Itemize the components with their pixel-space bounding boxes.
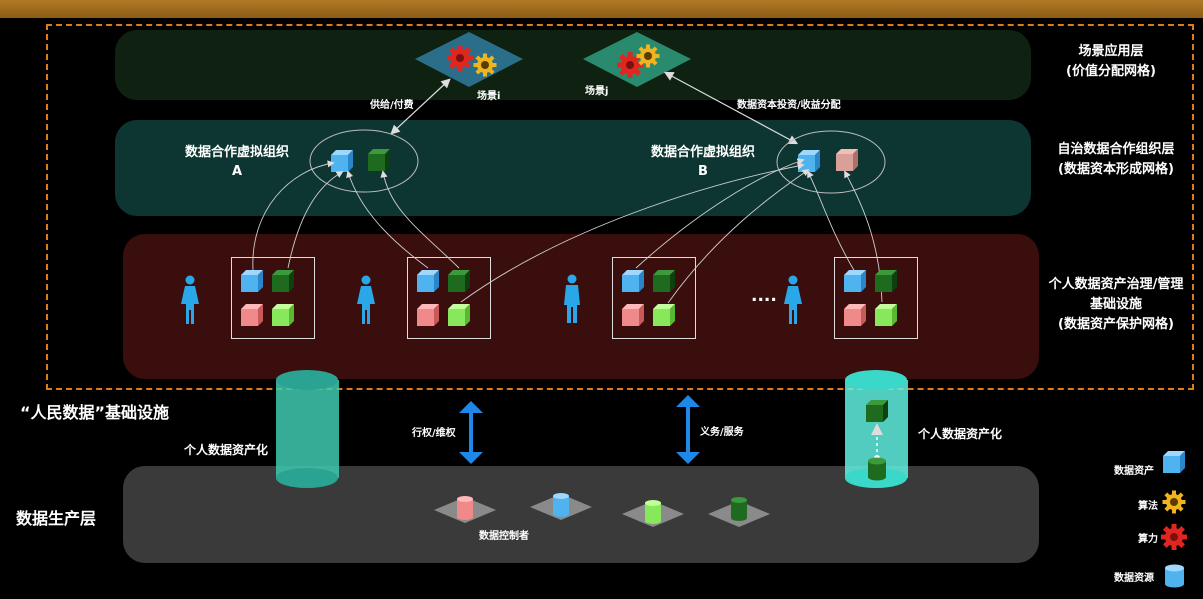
- infra-layer-label: 个人数据资产治理/管理 基础设施 (数据资产保护网格): [1048, 277, 1184, 332]
- data-controller-tile-4: [708, 497, 770, 527]
- right-protect-arrow: [459, 401, 483, 464]
- infra-title: “人民数据”基础设施: [20, 403, 170, 422]
- legend-data-asset-label: 数据资产: [1114, 466, 1154, 477]
- org-layer-label: 自治数据合作组织层 (数据资本形成网格): [1057, 142, 1175, 177]
- data-asset-cube-icon: [331, 150, 353, 172]
- data-controller-tile-1: [434, 496, 496, 523]
- duty-service-arrow: [676, 395, 700, 464]
- assetization-left-label: 个人数据资产化: [184, 443, 269, 457]
- scene-j-label: 场景j: [585, 86, 609, 97]
- data-controller-tile-3: [622, 500, 684, 527]
- production-layer-title: 数据生产层: [16, 509, 97, 528]
- gear-icon: [473, 53, 497, 77]
- data-controller-tile-2: [530, 493, 592, 520]
- person-icon: [784, 275, 802, 324]
- gear-icon: [636, 44, 660, 68]
- scene-j-diamond: [583, 32, 691, 87]
- data-asset-cube-icon: [836, 149, 858, 171]
- algorithm-gear-icon: [1162, 490, 1186, 514]
- scene-layer-label: 场景应用层 (价值分配网格): [1066, 44, 1156, 79]
- org-a-label: 数据合作虚拟组织 A: [184, 145, 289, 179]
- person-icon: [357, 275, 375, 324]
- data-controller-label: 数据控制者: [479, 531, 529, 542]
- org-b-ellipse: [776, 130, 886, 194]
- org-a-ellipse: [309, 129, 419, 193]
- legend-algorithm-label: 算法: [1138, 501, 1158, 512]
- scene-i-diamond: [415, 32, 523, 87]
- person-icon: [181, 275, 199, 324]
- legend-compute-label: 算力: [1138, 534, 1158, 545]
- org-b-label: 数据合作虚拟组织 B: [650, 145, 755, 179]
- right-protect-label: 行权/维权: [412, 428, 456, 439]
- data-asset-cube-icon: [368, 149, 390, 171]
- duty-service-label: 义务/服务: [700, 427, 744, 438]
- assetization-right-label: 个人数据资产化: [918, 427, 1003, 441]
- invest-share-label: 数据资本投资/收益分配: [737, 100, 841, 111]
- data-resource-cylinder-icon: [1165, 564, 1184, 588]
- legend-data-resource-label: 数据资源: [1114, 573, 1154, 584]
- assetization-cylinder-left: [276, 370, 339, 488]
- person-icon: [564, 274, 580, 323]
- gear-icon: [447, 45, 473, 71]
- supply-pay-label: 供给/付费: [370, 100, 414, 111]
- assetization-cylinder-right: [845, 370, 908, 488]
- compute-gear-icon: [1161, 524, 1187, 550]
- scene-i-label: 场景i: [477, 91, 501, 102]
- ellipsis-text: ....: [751, 286, 777, 306]
- contribution-lines: [252, 158, 883, 304]
- data-asset-cube-icon: [1163, 451, 1185, 473]
